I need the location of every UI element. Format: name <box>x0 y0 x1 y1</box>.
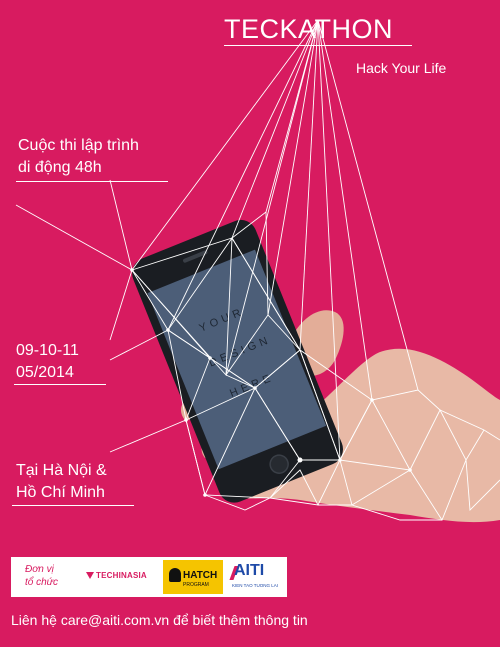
techinasia-logo[interactable]: TECHINASIA <box>86 571 147 580</box>
aiti-logo-subtext: KIEN TAO TUONG LAI <box>232 583 279 588</box>
aiti-logo-text: AITI <box>234 562 265 579</box>
location-underline <box>12 505 134 506</box>
description-underline <box>16 181 168 182</box>
hatch-logo-text: HATCH <box>183 570 218 581</box>
organizer-label: Đơn vị tổ chức <box>25 563 58 589</box>
contact-info: Liên hệ care@aiti.com.vn để biết thêm th… <box>11 612 308 628</box>
event-dates: 09-10-11 05/2014 <box>16 340 79 384</box>
title-underline <box>224 45 412 46</box>
techinasia-triangle-icon <box>86 572 94 580</box>
organizer-panel: Đơn vị tổ chức TECHINASIA HATCH PROGRAM … <box>11 557 287 597</box>
dates-line-2: 05/2014 <box>16 364 74 381</box>
event-location: Tại Hà Nội & Hồ Chí Minh <box>16 460 107 504</box>
dates-line-1: 09-10-11 <box>16 342 79 359</box>
organizer-label-line-1: Đơn vị <box>25 564 54 575</box>
description-line-1: Cuộc thi lập trình <box>18 137 139 154</box>
event-description: Cuộc thi lập trình di động 48h <box>18 135 139 179</box>
techinasia-logo-text: TECHINASIA <box>96 571 147 580</box>
location-line-2: Hồ Chí Minh <box>16 484 105 501</box>
hatch-logo-subtext: PROGRAM <box>183 582 209 588</box>
hatch-emblem-icon <box>169 568 181 582</box>
hatch-logo[interactable]: HATCH PROGRAM <box>163 560 223 594</box>
dates-underline <box>14 384 106 385</box>
aiti-logo[interactable]: AITI KIEN TAO TUONG LAI <box>229 560 284 594</box>
poster: YOUR DESIGN HERE TECKATHON Hack Your Lif… <box>0 0 500 647</box>
organizer-label-line-2: tổ chức <box>25 577 59 588</box>
description-line-2: di động 48h <box>18 159 102 176</box>
wireframe-lines <box>15 19 500 521</box>
event-title: TECKATHON <box>224 14 394 44</box>
location-line-1: Tại Hà Nội & <box>16 462 107 479</box>
event-tagline: Hack Your Life <box>356 60 447 76</box>
